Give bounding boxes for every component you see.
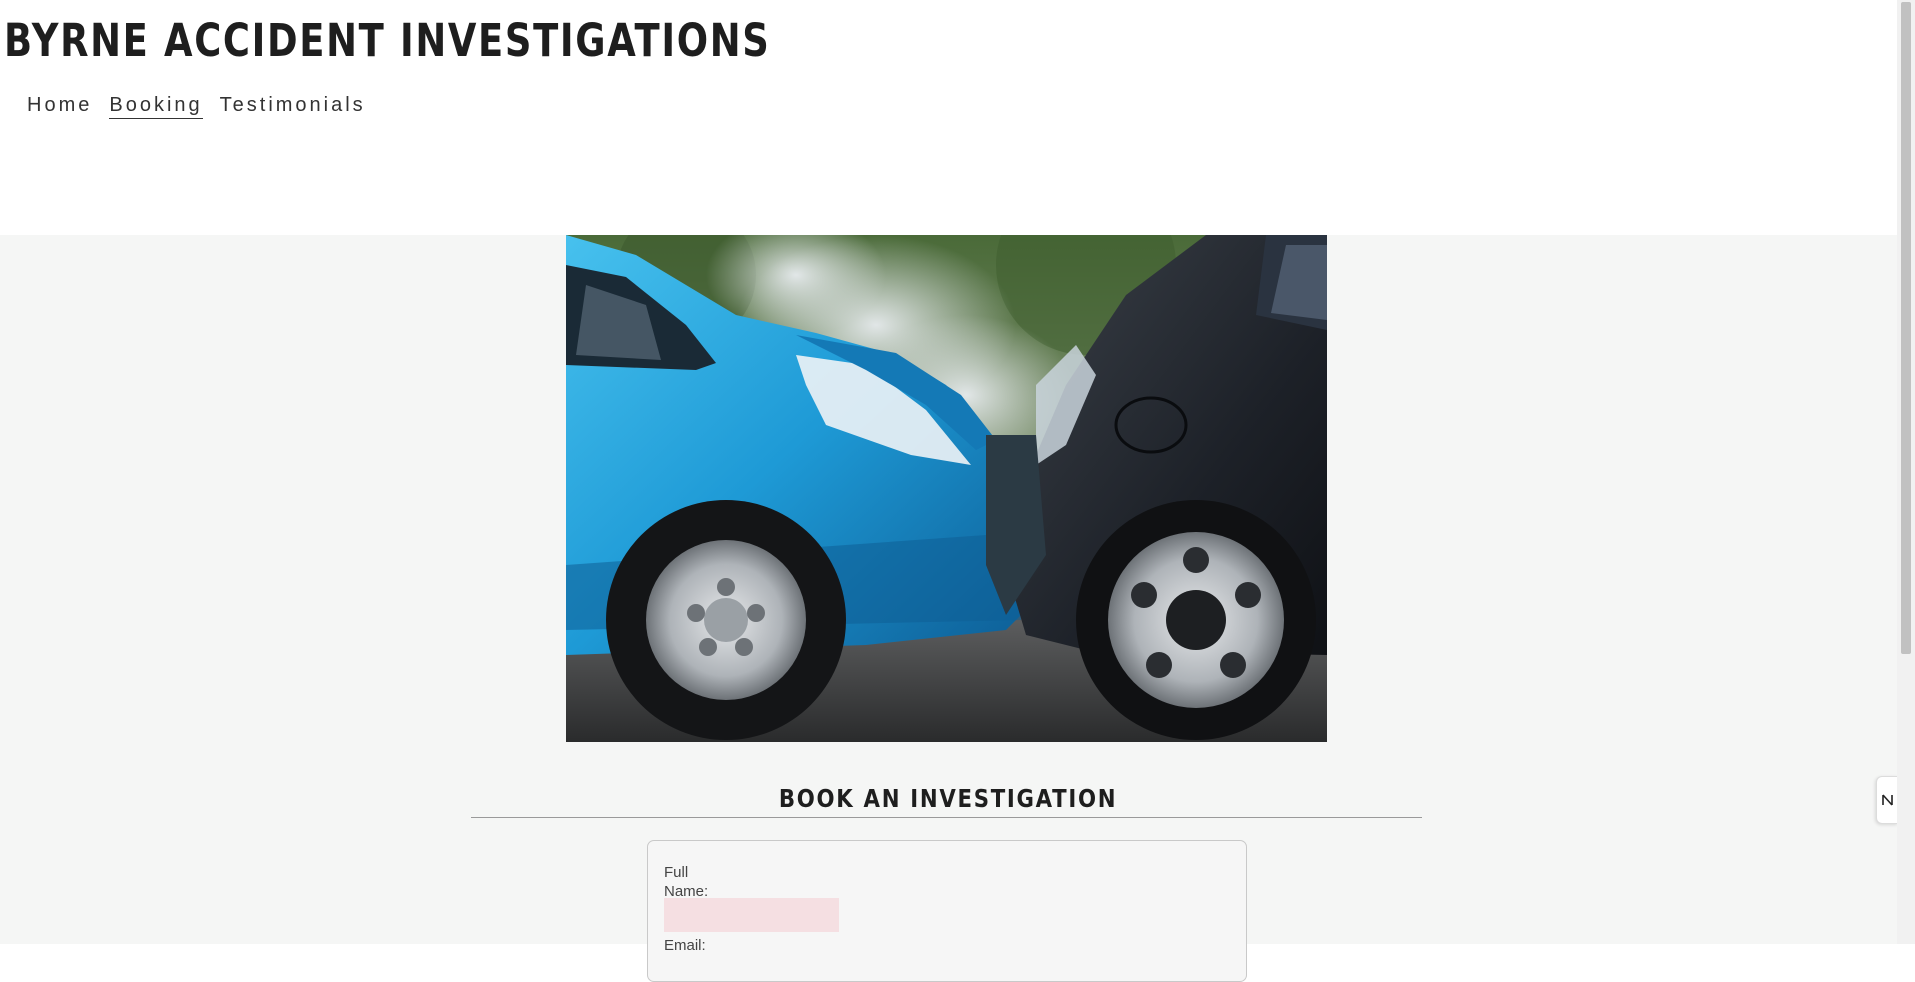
booking-form: Full Name: Email: xyxy=(647,840,1247,982)
site-header: BYRNE ACCIDENT INVESTIGATIONS Home Booki… xyxy=(0,0,1897,235)
booking-section-title: BOOK AN INVESTIGATION xyxy=(779,784,1118,813)
nav-home[interactable]: Home xyxy=(27,94,92,119)
car-crash-photo xyxy=(566,235,1327,742)
full-name-input[interactable] xyxy=(664,898,839,932)
email-label: Email: xyxy=(664,937,706,954)
main-content: BOOK AN INVESTIGATION Full Name: Email: xyxy=(0,235,1897,982)
section-divider xyxy=(471,817,1422,818)
full-name-label: Full Name: xyxy=(664,864,709,900)
expand-arrows-icon xyxy=(1882,794,1893,806)
vertical-scrollbar[interactable] xyxy=(1897,0,1915,944)
site-title: BYRNE ACCIDENT INVESTIGATIONS xyxy=(4,14,771,67)
nav-testimonials[interactable]: Testimonials xyxy=(220,94,366,119)
main-nav: Home Booking Testimonials xyxy=(27,94,366,119)
hero-image xyxy=(566,235,1327,742)
scrollbar-thumb[interactable] xyxy=(1901,2,1911,654)
nav-booking[interactable]: Booking xyxy=(109,94,203,119)
side-widget-tab[interactable] xyxy=(1876,776,1898,824)
